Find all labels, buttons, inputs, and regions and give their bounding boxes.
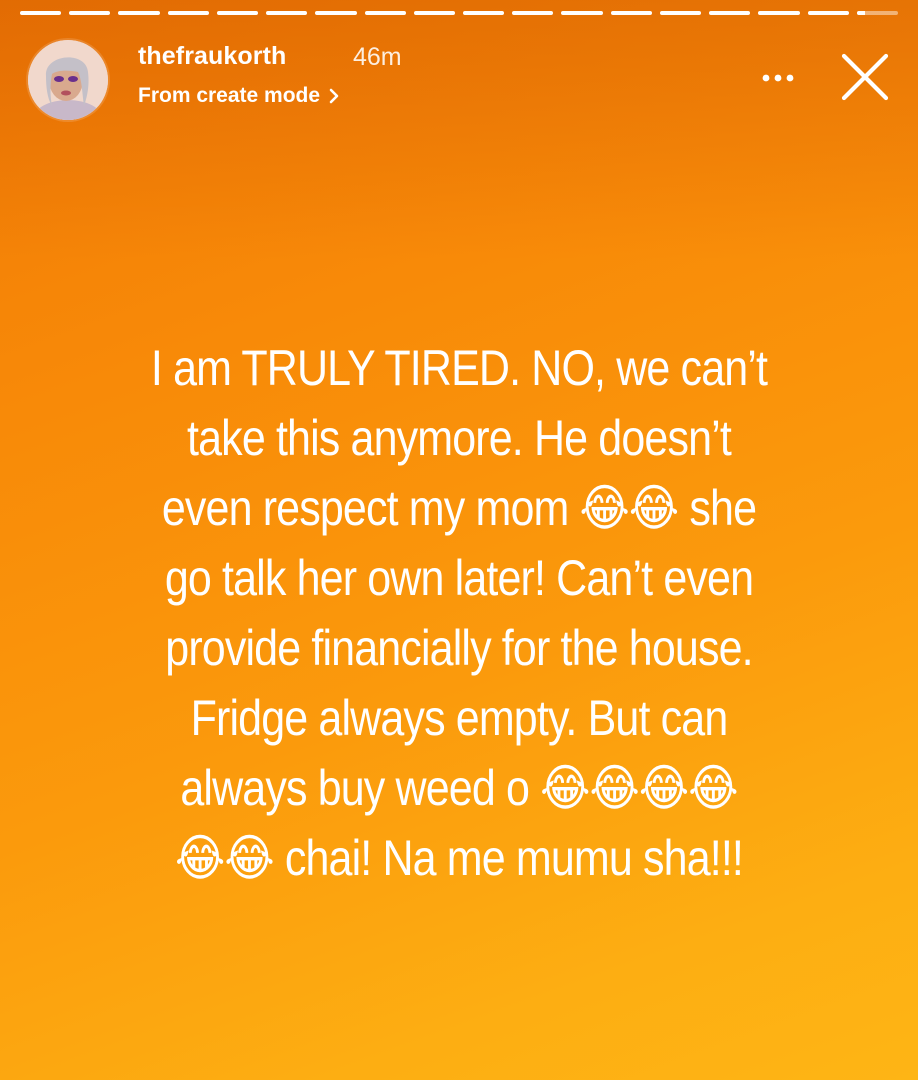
story-progress-bar (20, 11, 898, 15)
close-button[interactable] (836, 48, 894, 106)
post-time: 46m (353, 43, 402, 71)
avatar[interactable] (28, 40, 108, 120)
progress-segment-fill (167, 11, 209, 15)
progress-segment (462, 11, 505, 15)
progress-segment (709, 11, 751, 15)
progress-segment (69, 11, 111, 15)
progress-segment (216, 11, 259, 15)
progress-segment-fill (807, 11, 849, 15)
progress-segment-fill (413, 11, 455, 15)
progress-segment (561, 11, 603, 15)
story-header: thefraukorth 46m From create mode (28, 36, 898, 120)
progress-segment (758, 11, 800, 15)
create-mode-link[interactable]: From create mode (138, 84, 340, 108)
progress-segment (167, 11, 209, 15)
create-mode-label: From create mode (138, 84, 321, 107)
close-icon (841, 53, 889, 101)
progress-segment-fill (266, 11, 308, 15)
progress-segment-fill (512, 11, 554, 15)
progress-segment (315, 11, 357, 15)
progress-segment-fill (758, 11, 800, 15)
more-options-button[interactable] (752, 58, 804, 98)
progress-segment-fill (610, 11, 652, 15)
progress-segment (266, 11, 308, 15)
progress-segment-fill (216, 11, 259, 15)
progress-segment-fill (659, 11, 702, 15)
progress-segment (659, 11, 702, 15)
story-text: I am TRULY TIRED. NO, we can’t take this… (150, 340, 768, 886)
username[interactable]: thefraukorth (138, 42, 286, 71)
progress-segment-fill (364, 11, 406, 15)
progress-segment (807, 11, 849, 15)
progress-segment-fill (709, 11, 751, 15)
progress-segment (610, 11, 652, 15)
progress-segment (20, 11, 62, 15)
progress-segment (512, 11, 554, 15)
progress-segment (118, 11, 160, 15)
avatar-image (28, 40, 108, 120)
progress-segment-fill (118, 11, 160, 15)
progress-segment (413, 11, 455, 15)
progress-segment-fill (69, 11, 111, 15)
progress-segment (364, 11, 406, 15)
progress-segment-fill (856, 11, 865, 15)
progress-segment-fill (315, 11, 357, 15)
progress-segment-fill (462, 11, 505, 15)
progress-segment (856, 11, 898, 15)
progress-segment-fill (20, 11, 62, 15)
chevron-right-icon (329, 88, 339, 104)
more-options-icon (762, 74, 794, 82)
progress-segment-fill (561, 11, 603, 15)
